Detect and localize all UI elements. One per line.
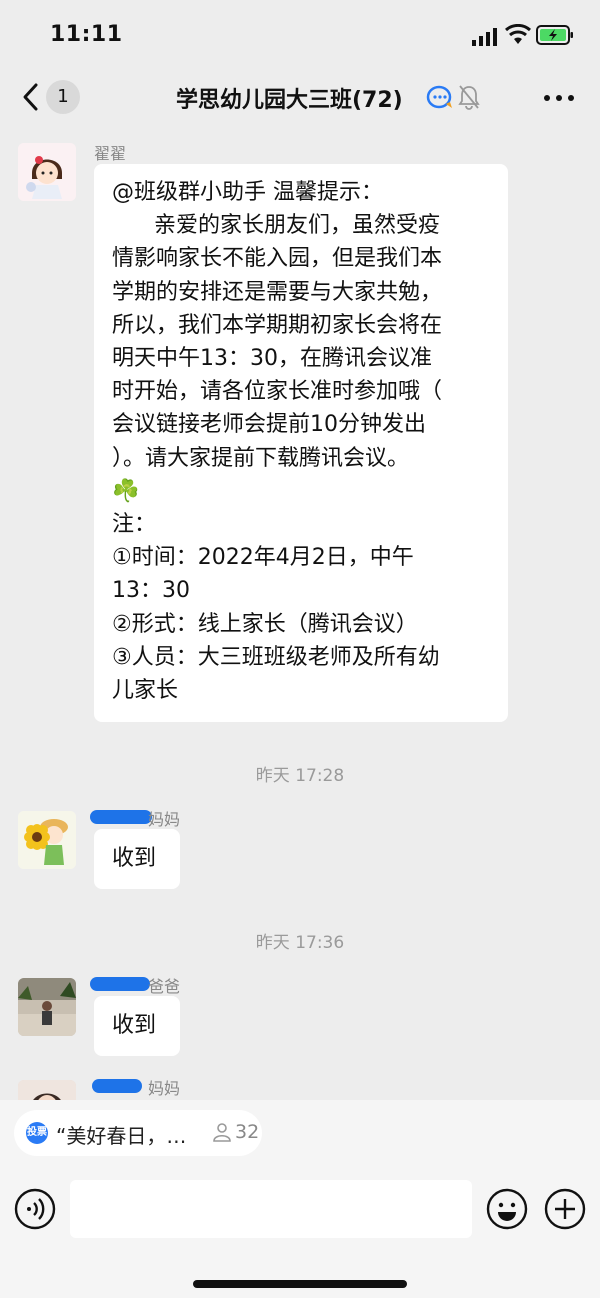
sender-name: 妈妈	[148, 1079, 181, 1098]
message-text: @班级群小助手 温馨提示： 亲爱的家长朋友们，虽然受疫 情影响家长不能入园，但是…	[112, 180, 443, 704]
voice-icon[interactable]	[14, 1188, 56, 1230]
avatar[interactable]	[18, 143, 76, 201]
sender-name: 翟翟	[94, 144, 127, 163]
bottom-panel: 投票 “美好春日，… 32	[0, 1100, 600, 1298]
message-input[interactable]	[70, 1180, 472, 1238]
mute-bell-icon	[458, 85, 480, 110]
avatar[interactable]	[18, 1080, 76, 1100]
avatar[interactable]	[18, 978, 76, 1036]
avatar[interactable]	[18, 811, 76, 869]
message-bubble[interactable]: 收到	[94, 996, 180, 1056]
home-indicator	[193, 1280, 407, 1288]
woman-photo-avatar-icon	[18, 1080, 76, 1100]
message-text: 收到	[112, 846, 157, 871]
plus-icon[interactable]	[544, 1188, 586, 1230]
more-icon[interactable]	[542, 84, 576, 112]
wifi-icon	[505, 24, 531, 44]
status-time: 11:11	[50, 22, 123, 47]
sunflower-kid-avatar-icon	[18, 811, 76, 869]
timestamp: 昨天 17:28	[255, 766, 345, 786]
message-bubble[interactable]: @班级群小助手 温馨提示： 亲爱的家长朋友们，虽然受疫 情影响家长不能入园，但是…	[94, 164, 508, 722]
child-photo-avatar-icon	[18, 978, 76, 1036]
vote-count: 32	[235, 1121, 260, 1143]
redaction-mark	[90, 810, 152, 824]
battery-icon	[536, 25, 573, 45]
emoji-icon[interactable]	[486, 1188, 528, 1230]
sender-name: 妈妈	[148, 810, 181, 829]
chat-header: 1 学思幼儿园大三班(72)	[0, 70, 600, 126]
status-bar: 11:11	[0, 0, 600, 70]
vote-title: “美好春日，…	[56, 1124, 187, 1148]
vote-icon: 投票	[26, 1122, 48, 1144]
back-chevron-icon[interactable]	[20, 82, 42, 112]
message-text: 收到	[112, 1013, 157, 1038]
vote-chip[interactable]: 投票 “美好春日，… 32	[14, 1110, 262, 1156]
sender-name: 爸爸	[148, 977, 181, 996]
redaction-mark	[90, 977, 150, 991]
timestamp: 昨天 17:36	[255, 933, 345, 953]
redaction-mark	[92, 1079, 142, 1093]
person-icon	[213, 1123, 231, 1142]
message-list[interactable]: 翟翟 @班级群小助手 温馨提示： 亲爱的家长朋友们，虽然受疫 情影响家长不能入园…	[0, 128, 600, 1100]
chat-title: 学思幼儿园大三班(72)	[176, 88, 403, 113]
message-bubble[interactable]: 收到	[94, 829, 180, 889]
signal-icon	[472, 28, 497, 46]
unread-count-badge[interactable]: 1	[46, 80, 80, 114]
girl-avatar-icon	[18, 143, 76, 201]
